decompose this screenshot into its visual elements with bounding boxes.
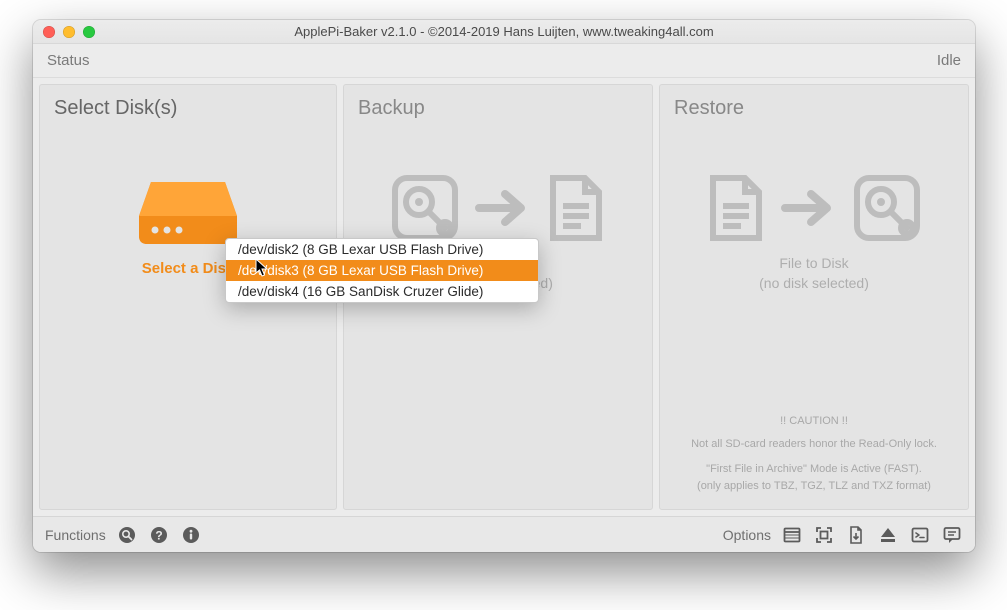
arrow-right-icon: [781, 188, 837, 228]
app-window: ApplePi-Baker v2.1.0 - ©2014-2019 Hans L…: [33, 20, 975, 552]
restore-mode-label: File to Disk (no disk selected): [759, 254, 869, 293]
file-icon: [545, 172, 607, 244]
close-icon[interactable]: [43, 26, 55, 38]
doc-action-icon[interactable]: [845, 524, 867, 546]
arrow-right-icon: [475, 188, 531, 228]
titlebar: ApplePi-Baker v2.1.0 - ©2014-2019 Hans L…: [33, 20, 975, 44]
restore-graphic: [705, 172, 923, 244]
backup-graphic: [389, 172, 607, 244]
functions-label: Functions: [45, 527, 106, 543]
restore-caution: !! CAUTION !! Not all SD-card readers ho…: [679, 413, 949, 509]
status-label: Status: [47, 52, 90, 69]
disk-search-icon[interactable]: [116, 524, 138, 546]
minimize-icon[interactable]: [63, 26, 75, 38]
pane-title-backup: Backup: [344, 85, 652, 124]
pane-title-select: Select Disk(s): [40, 85, 336, 124]
fullscreen-icon[interactable]: [813, 524, 835, 546]
eject-icon[interactable]: [877, 524, 899, 546]
status-bar: Status Idle: [33, 44, 975, 78]
terminal-icon[interactable]: [909, 524, 931, 546]
help-icon[interactable]: ?: [148, 524, 170, 546]
feedback-icon[interactable]: [941, 524, 963, 546]
footer-bar: Functions ? Options: [33, 516, 975, 552]
window-controls: [43, 26, 95, 38]
window-icon[interactable]: [781, 524, 803, 546]
disk-icon: [851, 172, 923, 244]
options-label: Options: [723, 527, 771, 543]
disk-option[interactable]: /dev/disk3 (8 GB Lexar USB Flash Drive): [226, 260, 538, 281]
zoom-icon[interactable]: [83, 26, 95, 38]
info-icon[interactable]: [180, 524, 202, 546]
pane-title-restore: Restore: [660, 85, 968, 124]
disk-option[interactable]: /dev/disk2 (8 GB Lexar USB Flash Drive): [226, 239, 538, 260]
disk-dropdown[interactable]: /dev/disk2 (8 GB Lexar USB Flash Drive) …: [225, 238, 539, 303]
svg-text:?: ?: [155, 528, 162, 542]
disk-icon: [389, 172, 461, 244]
disk-option[interactable]: /dev/disk4 (16 GB SanDisk Cruzer Glide): [226, 281, 538, 302]
file-icon: [705, 172, 767, 244]
window-title: ApplePi-Baker v2.1.0 - ©2014-2019 Hans L…: [33, 24, 975, 39]
pane-restore: Restore: [659, 84, 969, 510]
status-value: Idle: [937, 52, 961, 69]
